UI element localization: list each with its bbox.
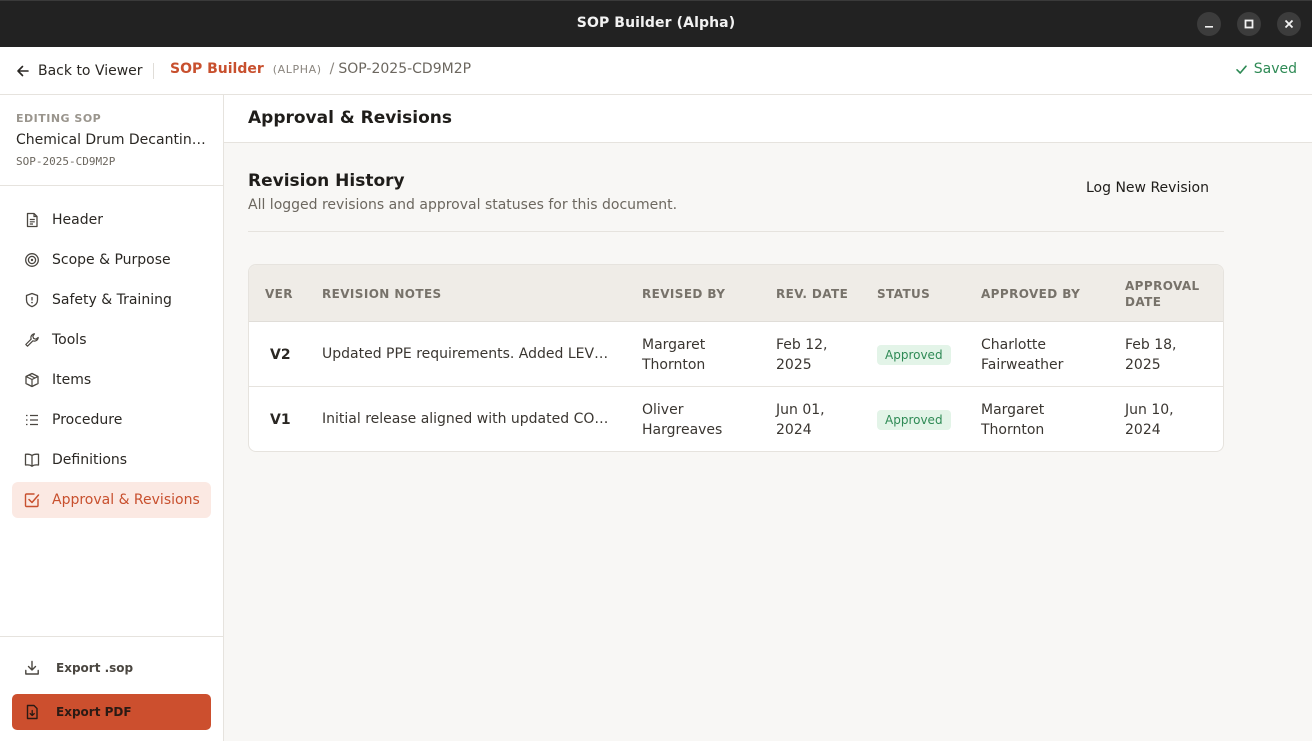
app-bar: Back to Viewer SOP Builder (ALPHA) / SOP… (0, 47, 1312, 95)
check-icon (1235, 64, 1247, 74)
back-to-viewer-button[interactable]: Back to Viewer (16, 61, 143, 81)
check-square-icon (24, 492, 40, 508)
status-badge: Approved (877, 409, 951, 430)
column-header-notes: REVISION NOTES (322, 286, 442, 301)
wrench-icon (24, 332, 40, 348)
sidebar-item-label: Approval & Revisions (52, 492, 200, 508)
sidebar-item-label: Items (52, 372, 92, 388)
saved-status: Saved (1235, 61, 1297, 77)
minimize-button[interactable] (1197, 12, 1221, 36)
close-icon (1284, 19, 1294, 29)
main-content: Approval & Revisions Revision History Al… (224, 95, 1312, 741)
editing-sop-panel: EDITING SOP Chemical Drum Decanting a...… (0, 95, 223, 186)
cell-notes: Updated PPE requirements. Added LEV refe… (322, 346, 612, 362)
export-sop-label: Export .sop (56, 661, 134, 675)
breadcrumb-separator: / (329, 61, 335, 77)
sidebar-nav: Header Scope & Purpose Safety & Training… (12, 202, 211, 522)
log-new-revision-button[interactable]: Log New Revision (1086, 180, 1209, 196)
maximize-button[interactable] (1237, 12, 1261, 36)
download-icon (24, 660, 40, 676)
sidebar-item-label: Procedure (52, 412, 123, 428)
sidebar-item-procedure[interactable]: Procedure (12, 402, 211, 438)
sop-name: Chemical Drum Decanting a... (16, 132, 208, 148)
section-subtitle: All logged revisions and approval status… (248, 197, 678, 213)
column-header-ver: VER (265, 286, 293, 301)
sop-code: SOP-2025-CD9M2P (16, 155, 116, 168)
editing-label: EDITING SOP (16, 112, 102, 125)
divider (153, 63, 154, 79)
file-download-icon (24, 704, 40, 720)
column-header-approval-date: APPROVAL DATE (1125, 278, 1200, 309)
sidebar-item-approval-revisions[interactable]: Approval & Revisions (12, 482, 211, 518)
cell-version: V1 (270, 411, 291, 428)
cell-approval-date: Jun 10, 2024 (1125, 401, 1174, 438)
sidebar-footer: Export .sop Export PDF (0, 636, 223, 741)
box-icon (24, 372, 40, 388)
page-header: Approval & Revisions (224, 95, 1312, 143)
arrow-left-icon (17, 65, 29, 77)
column-header-rev-date: REV. DATE (776, 286, 849, 301)
export-pdf-label: Export PDF (56, 705, 132, 719)
list-icon (24, 412, 40, 428)
cell-approval-date: Feb 18, 2025 (1125, 336, 1177, 373)
cell-approved-by: Charlotte Fairweather (981, 336, 1064, 373)
minimize-icon (1205, 26, 1213, 28)
cell-revised-by: Margaret Thornton (642, 336, 706, 373)
cell-notes: Initial release aligned with updated COS… (322, 411, 612, 427)
window-title: SOP Builder (Alpha) (576, 15, 736, 31)
sidebar-item-label: Safety & Training (52, 292, 172, 308)
section-title: Revision History (248, 171, 405, 191)
export-sop-button[interactable]: Export .sop (12, 651, 211, 685)
export-pdf-button[interactable]: Export PDF (12, 694, 211, 730)
document-id: SOP-2025-CD9M2P (338, 61, 472, 77)
sidebar-item-label: Definitions (52, 452, 128, 468)
sidebar-item-label: Header (52, 212, 103, 228)
sidebar-item-label: Scope & Purpose (52, 252, 171, 268)
page-title: Approval & Revisions (248, 108, 452, 128)
sidebar-item-label: Tools (52, 332, 87, 348)
cell-version: V2 (270, 346, 291, 363)
cell-rev-date: Jun 01, 2024 (776, 401, 825, 438)
breadcrumb: SOP Builder (ALPHA) / SOP-2025-CD9M2P (170, 61, 471, 77)
sidebar-item-safety[interactable]: Safety & Training (12, 282, 211, 318)
column-header-approved-by: APPROVED BY (981, 286, 1081, 301)
table-row[interactable]: V1 Initial release aligned with updated … (249, 387, 1223, 451)
column-header-status: STATUS (877, 286, 931, 301)
close-button[interactable] (1277, 12, 1301, 36)
sidebar-item-header[interactable]: Header (12, 202, 211, 238)
cell-revised-by: Oliver Hargreaves (642, 401, 723, 438)
back-label: Back to Viewer (38, 63, 143, 79)
book-icon (24, 452, 40, 468)
sidebar-item-scope[interactable]: Scope & Purpose (12, 242, 211, 278)
document-icon (24, 212, 40, 228)
cell-rev-date: Feb 12, 2025 (776, 336, 828, 373)
target-icon (24, 252, 40, 268)
revision-table: VER REVISION NOTES REVISED BY REV. DATE … (248, 264, 1224, 452)
table-header: VER REVISION NOTES REVISED BY REV. DATE … (249, 265, 1223, 322)
brand-name: SOP Builder (170, 61, 264, 77)
cell-approved-by: Margaret Thornton (981, 401, 1045, 438)
status-badge: Approved (877, 344, 951, 365)
table-row[interactable]: V2 Updated PPE requirements. Added LEV r… (249, 322, 1223, 387)
cell-status: Approved (877, 387, 951, 451)
maximize-icon (1244, 19, 1254, 29)
sidebar-item-items[interactable]: Items (12, 362, 211, 398)
sidebar: EDITING SOP Chemical Drum Decanting a...… (0, 95, 224, 741)
sidebar-item-tools[interactable]: Tools (12, 322, 211, 358)
alpha-tag: (ALPHA) (272, 63, 322, 76)
saved-label: Saved (1253, 61, 1297, 77)
section-divider (248, 231, 1224, 232)
window-titlebar: SOP Builder (Alpha) (0, 0, 1312, 47)
cell-status: Approved (877, 322, 951, 387)
shield-icon (24, 292, 40, 308)
sidebar-item-definitions[interactable]: Definitions (12, 442, 211, 478)
column-header-revised-by: REVISED BY (642, 286, 726, 301)
